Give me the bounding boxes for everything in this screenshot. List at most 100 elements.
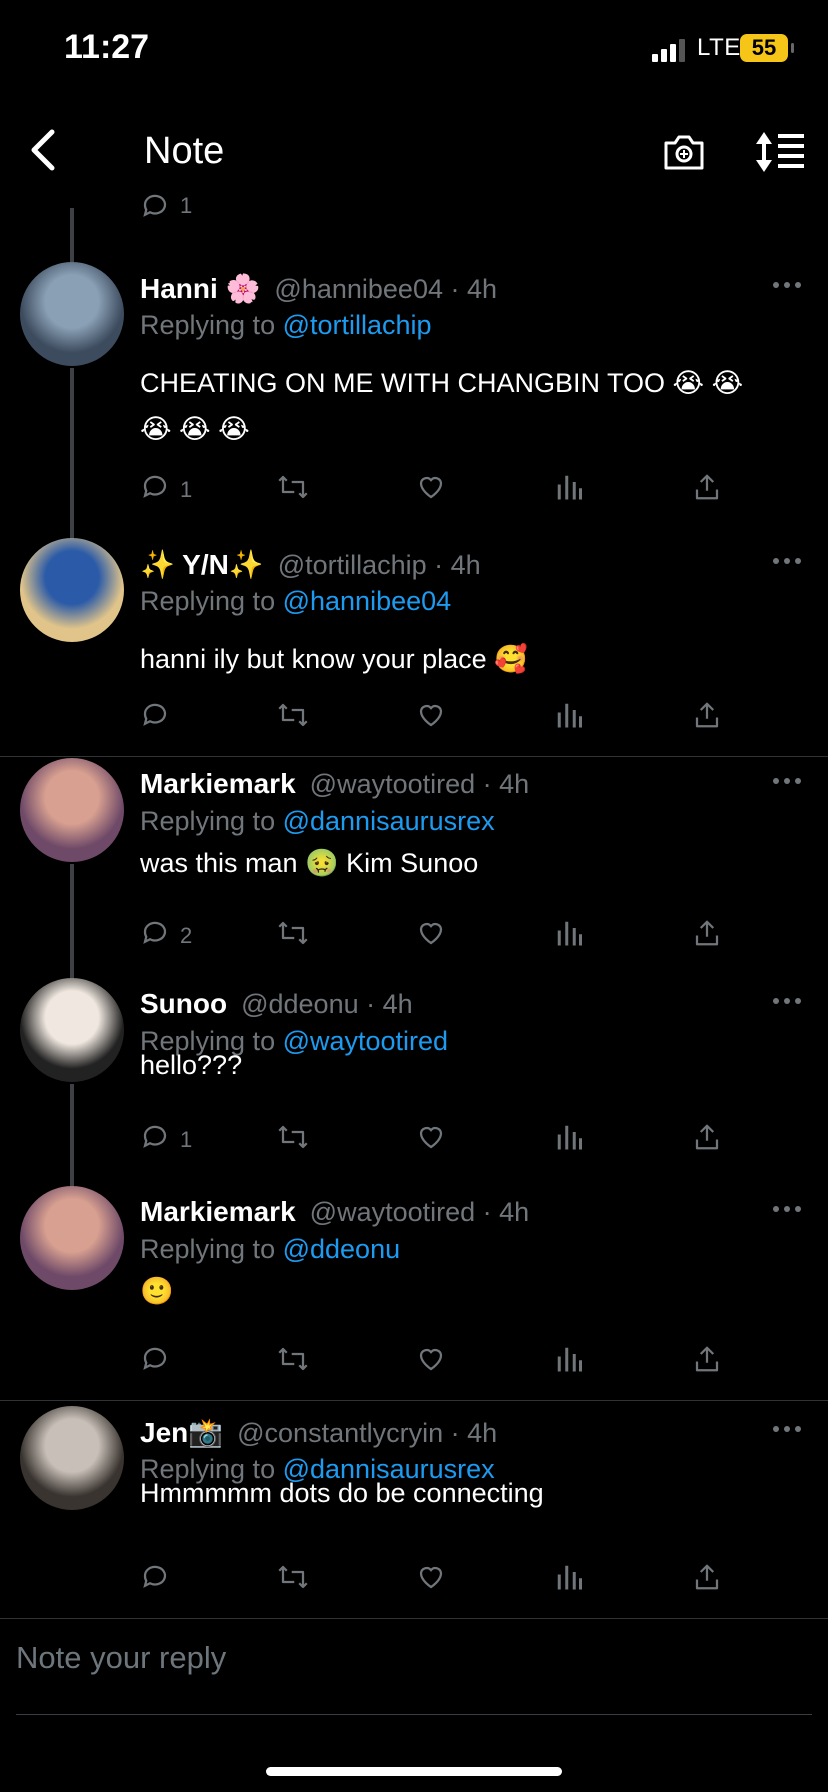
- reply-count: 1: [180, 193, 193, 218]
- battery-icon: 55: [740, 34, 794, 62]
- reply-divider: [0, 756, 828, 757]
- composer-divider: [16, 1714, 812, 1715]
- like-icon: [415, 1562, 447, 1598]
- more-icon[interactable]: [772, 556, 802, 566]
- retweet-icon: [276, 472, 310, 508]
- mention-link[interactable]: @hannibee04: [283, 586, 452, 616]
- reply-button[interactable]: [140, 700, 180, 736]
- retweet-icon: [276, 918, 310, 954]
- like-button[interactable]: [415, 1562, 447, 1598]
- user-handle: @hannibee04 · 4h: [274, 274, 498, 304]
- like-button[interactable]: [415, 700, 447, 736]
- retweet-button[interactable]: [276, 472, 310, 508]
- retweet-button[interactable]: [276, 1344, 310, 1380]
- replying-to: Replying to @ddeonu: [140, 1234, 400, 1265]
- avatar[interactable]: [20, 262, 124, 366]
- display-name[interactable]: Markiemark: [140, 768, 296, 800]
- reply-text: was this man 🤢 Kim Sunoo: [140, 848, 479, 878]
- share-button[interactable]: [692, 1122, 722, 1158]
- views-icon: [555, 1122, 583, 1158]
- reply-button[interactable]: [140, 1344, 180, 1380]
- views-button[interactable]: [555, 1122, 583, 1158]
- user-handle: @waytootired · 4h: [309, 1197, 530, 1227]
- views-button[interactable]: [555, 472, 583, 508]
- views-button[interactable]: [555, 1562, 583, 1598]
- avatar[interactable]: [20, 978, 124, 1082]
- share-button[interactable]: [692, 918, 722, 954]
- action-bar: 1: [140, 193, 720, 232]
- views-icon: [555, 472, 583, 508]
- action-bar: [140, 1344, 720, 1380]
- views-icon: [555, 918, 583, 954]
- like-icon: [415, 1122, 447, 1158]
- user-handle: @tortillachip · 4h: [277, 550, 481, 580]
- avatar[interactable]: [20, 538, 124, 642]
- mention-link[interactable]: @ddeonu: [283, 1234, 401, 1264]
- more-icon[interactable]: [772, 1424, 802, 1434]
- like-icon: [415, 1344, 447, 1380]
- network-label: LTE: [697, 34, 741, 61]
- views-button[interactable]: [555, 1344, 583, 1380]
- like-button[interactable]: [415, 1122, 447, 1158]
- mention-link[interactable]: @dannisaurusrex: [283, 806, 495, 836]
- more-icon[interactable]: [772, 280, 802, 290]
- like-button[interactable]: [415, 1344, 447, 1380]
- sort-icon[interactable]: [754, 130, 806, 174]
- camera-icon[interactable]: [662, 130, 706, 174]
- back-icon[interactable]: [24, 126, 64, 174]
- retweet-button[interactable]: [276, 1122, 310, 1158]
- mention-link[interactable]: @tortillachip: [283, 310, 432, 340]
- views-button[interactable]: [555, 700, 583, 736]
- display-name[interactable]: Jen📸: [140, 1416, 223, 1449]
- thread-line: [70, 500, 74, 540]
- reply-button[interactable]: [140, 1562, 180, 1598]
- reply-header: Markiemark @waytootired · 4h: [140, 768, 529, 800]
- reply-button[interactable]: 1: [140, 1122, 192, 1158]
- more-icon[interactable]: [772, 776, 802, 786]
- thread-line: [70, 1148, 74, 1188]
- replying-to: Replying to @hannibee04: [140, 586, 451, 617]
- retweet-button[interactable]: [276, 700, 310, 736]
- reply-divider: [0, 1400, 828, 1401]
- retweet-button[interactable]: [276, 918, 310, 954]
- retweet-icon: [276, 1122, 310, 1158]
- thread-line: [70, 208, 74, 264]
- share-button[interactable]: [692, 700, 722, 736]
- display-name[interactable]: Sunoo: [140, 988, 227, 1020]
- avatar[interactable]: [20, 1186, 124, 1290]
- avatar[interactable]: [20, 758, 124, 862]
- views-button[interactable]: [555, 918, 583, 954]
- share-button[interactable]: [692, 1562, 722, 1598]
- user-handle: @ddeonu · 4h: [241, 989, 413, 1019]
- retweet-icon: [276, 1344, 310, 1380]
- share-button[interactable]: [692, 472, 722, 508]
- reply-input[interactable]: Note your reply: [16, 1640, 226, 1676]
- status-bar: 11:27 LTE 55: [0, 0, 828, 100]
- reply-header: Jen📸 @constantlycryin · 4h: [140, 1416, 497, 1449]
- retweet-button[interactable]: [276, 1562, 310, 1598]
- reply-icon: [143, 194, 167, 217]
- replying-label: Replying to: [140, 310, 283, 340]
- views-icon: [555, 700, 583, 736]
- share-button[interactable]: [692, 1344, 722, 1380]
- display-name[interactable]: Hanni 🌸: [140, 272, 260, 305]
- like-icon: [415, 472, 447, 508]
- like-button[interactable]: [415, 472, 447, 508]
- like-button[interactable]: [415, 918, 447, 954]
- reply-header: Markiemark @waytootired · 4h: [140, 1196, 529, 1228]
- display-name[interactable]: Markiemark: [140, 1196, 296, 1228]
- like-icon: [415, 918, 447, 954]
- status-time: 11:27: [64, 28, 150, 66]
- display-name[interactable]: ✨ Y/N✨: [140, 548, 264, 581]
- reply-button[interactable]: 1: [140, 188, 192, 224]
- share-icon: [692, 472, 722, 508]
- reply-count: 1: [180, 477, 193, 502]
- reply-header: Sunoo @ddeonu · 4h: [140, 988, 413, 1020]
- more-icon[interactable]: [772, 1204, 802, 1214]
- reply-button[interactable]: 1: [140, 472, 192, 508]
- more-icon[interactable]: [772, 996, 802, 1006]
- avatar[interactable]: [20, 1406, 124, 1510]
- reply-count: 1: [180, 1127, 193, 1152]
- reply-button[interactable]: 2: [140, 918, 192, 954]
- share-icon: [692, 918, 722, 954]
